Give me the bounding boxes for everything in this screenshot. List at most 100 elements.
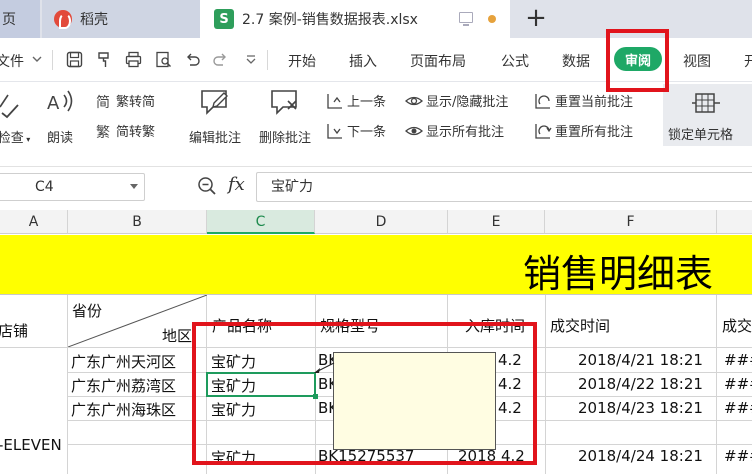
undo-icon[interactable] [184, 51, 201, 68]
lock-cell-icon [690, 88, 722, 120]
menu-more[interactable]: 开 [744, 51, 752, 71]
tab-home-label: 页 [2, 12, 16, 28]
name-box[interactable]: C4 [0, 173, 145, 201]
header-deal-time[interactable]: 成交时间 [550, 315, 610, 336]
reset-current-comment-icon [534, 92, 552, 110]
grid-line [545, 295, 546, 474]
convert-traditional-button[interactable]: 简 繁转简 [95, 91, 156, 111]
header-spec[interactable]: 规格型号 [320, 315, 380, 336]
delete-comment-icon [269, 87, 301, 119]
menu-formulas[interactable]: 公式 [501, 51, 529, 71]
cell-store[interactable]: -ELEVEN [0, 436, 62, 454]
insert-function-icon[interactable]: fx [228, 174, 245, 195]
convert-simplified-label: 简转繁 [116, 125, 156, 140]
cell-product[interactable]: 宝矿力 [211, 447, 256, 468]
menu-file[interactable]: 文件 [0, 51, 24, 71]
formula-bar: C4 fx 宝矿力 [0, 168, 752, 208]
divider [52, 50, 53, 70]
redo-icon[interactable] [212, 51, 229, 68]
cell-stock-time[interactable]: 4.2 [498, 351, 522, 369]
reset-all-comments-button[interactable]: 重置所有批注 [534, 121, 633, 140]
cell-deal-time[interactable]: 2018/4/22 18:21 [578, 375, 703, 393]
customize-toolbar-icon[interactable] [246, 55, 256, 64]
cell-product[interactable]: 宝矿力 [211, 351, 256, 372]
daoke-logo-icon [54, 10, 72, 29]
cell-stock-time[interactable]: 4.2 [498, 399, 522, 417]
edit-comment-label: 编辑批注 [188, 131, 241, 146]
unsaved-dot-icon [488, 15, 496, 23]
cell-deal-time[interactable]: 2018/4/21 18:21 [578, 351, 703, 369]
cell-deal-more[interactable]: ### [724, 399, 752, 417]
previous-comment-button[interactable]: 上一条 [326, 91, 386, 110]
cell-deal-more[interactable]: ### [724, 447, 752, 465]
convert-traditional-label: 繁转简 [116, 95, 156, 110]
print-preview-icon[interactable] [155, 51, 172, 68]
cell-deal-time[interactable]: 2018/4/24 18:21 [578, 447, 703, 465]
save-icon[interactable] [66, 51, 83, 68]
cell-region[interactable]: 广东广州荔湾区 [71, 375, 176, 396]
eye-all-comments-icon [405, 122, 423, 140]
read-aloud-button[interactable]: A 朗读 [42, 87, 78, 146]
tab-home[interactable]: 页 [0, 0, 40, 38]
read-aloud-label: 朗读 [46, 131, 73, 146]
reset-all-comments-label: 重置所有批注 [555, 125, 634, 140]
column-header-f[interactable]: F [545, 210, 717, 234]
active-cell-selection[interactable] [206, 372, 318, 399]
print-icon[interactable] [125, 51, 142, 68]
menu-data[interactable]: 数据 [562, 51, 590, 71]
ribbon: 检查 ▾ A 朗读 简 繁转简 繁 简转繁 编辑批注 删除批注 上一条 下一条 [0, 83, 752, 167]
spell-check-button[interactable]: 检查 ▾ [0, 87, 34, 146]
spreadsheet-logo-icon: S [214, 9, 234, 29]
header-store[interactable]: 店铺 [0, 320, 28, 341]
cell-region[interactable]: 广东广州海珠区 [71, 399, 176, 420]
convert-simplified-button[interactable]: 繁 简转繁 [95, 121, 156, 141]
column-header-d[interactable]: D [315, 210, 448, 234]
previous-comment-icon [326, 92, 344, 110]
header-stock-time[interactable]: 入库时间 [465, 315, 525, 336]
cell-deal-time[interactable]: 2018/4/23 18:21 [578, 399, 703, 417]
toggle-comment-button[interactable]: 显示/隐藏批注 [405, 91, 508, 110]
new-tab-button[interactable]: + [522, 4, 550, 32]
header-deal-more[interactable]: 成交 [722, 315, 752, 336]
column-header-c[interactable]: C [207, 210, 315, 234]
next-comment-label: 下一条 [347, 125, 387, 140]
column-header-a[interactable]: A [0, 210, 68, 234]
edit-comment-button[interactable]: 编辑批注 [184, 87, 246, 146]
menu-page-layout[interactable]: 页面布局 [410, 51, 466, 71]
chevron-down-icon[interactable] [130, 184, 138, 189]
formula-input[interactable]: 宝矿力 [256, 172, 752, 202]
cell-deal-more[interactable]: ### [724, 375, 752, 393]
reset-current-comment-button[interactable]: 重置当前批注 [534, 91, 633, 110]
monitor-icon[interactable] [459, 12, 473, 26]
column-header-e[interactable]: E [448, 210, 545, 234]
delete-comment-label: 删除批注 [258, 131, 311, 146]
tab-file-active[interactable]: S 2.7 案例-销售数据报表.xlsx [200, 0, 510, 38]
format-painter-icon[interactable] [96, 51, 113, 68]
simplified-char-icon: 繁 [95, 122, 113, 141]
menu-insert[interactable]: 插入 [349, 51, 377, 71]
cell-product[interactable]: 宝矿力 [211, 399, 256, 420]
tab-daoke[interactable]: 稻壳 [42, 0, 200, 38]
menu-view[interactable]: 视图 [683, 51, 711, 71]
cell-deal-more[interactable]: ### [724, 351, 752, 369]
column-header-g[interactable] [717, 210, 752, 234]
header-product[interactable]: 产品名称 [212, 315, 272, 336]
show-all-comments-button[interactable]: 显示所有批注 [405, 121, 504, 140]
comment-box[interactable] [333, 352, 496, 450]
next-comment-button[interactable]: 下一条 [326, 121, 386, 140]
cell-stock-time[interactable]: 4.2 [498, 375, 522, 393]
lock-cell-button[interactable]: 锁定单元格 [663, 84, 752, 146]
edit-comment-icon [199, 87, 231, 119]
menu-review[interactable]: 审阅 [614, 47, 662, 71]
title-bar: 页 稻壳 S 2.7 案例-销售数据报表.xlsx + [0, 0, 752, 38]
column-header-b[interactable]: B [68, 210, 207, 234]
chevron-down-icon[interactable] [32, 56, 42, 63]
delete-comment-button[interactable]: 删除批注 [254, 87, 316, 146]
comment-connector-arrow-icon [314, 362, 335, 373]
menu-home[interactable]: 开始 [288, 51, 316, 71]
tab-file-label: 2.7 案例-销售数据报表.xlsx [242, 12, 418, 28]
cell-region[interactable]: 广东广州天河区 [71, 351, 176, 372]
svg-text:繁: 繁 [96, 125, 110, 140]
title-row[interactable]: 销售明细表 [0, 235, 752, 296]
zoom-icon[interactable] [197, 176, 217, 196]
